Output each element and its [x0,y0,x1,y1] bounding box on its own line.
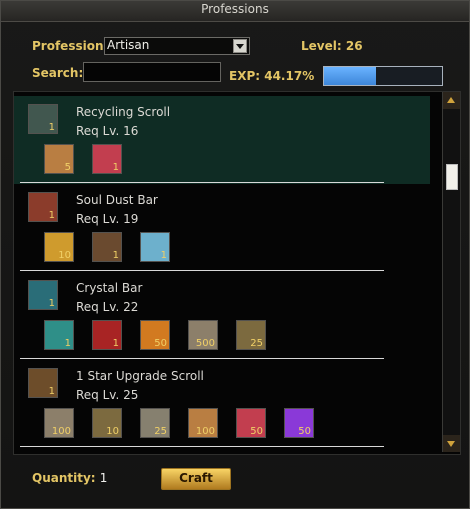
purple-crystal-icon[interactable]: 50 [140,320,170,350]
recipe-separator [20,446,384,447]
material-qty: 10 [58,250,71,261]
teal-gem-icon[interactable]: 1 [92,320,122,350]
search-input[interactable] [83,62,221,82]
exp-progress-bar [323,66,443,86]
purple-crystal-icon[interactable]: 10 [44,232,74,262]
upgrade-scroll-icon[interactable]: 1 [28,368,58,398]
title-bar[interactable]: Professions [1,1,469,22]
red-book-icon[interactable]: 1 [92,144,122,174]
material-qty: 1 [160,250,167,261]
recipe-name: Recycling Scroll [76,105,171,119]
search-label: Search: [32,66,84,80]
recipe-separator [20,270,384,271]
crystal-bar-icon[interactable]: 1 [28,280,58,310]
recipe-output-qty: 1 [48,298,55,309]
scrollbar[interactable] [442,92,460,452]
recipe-name: Crystal Bar [76,281,143,295]
recipe-separator [20,358,384,359]
scroll-down-button[interactable] [443,435,460,452]
gold-coin-icon[interactable]: 1 [92,232,122,262]
quantity-label: Quantity: 1 [32,471,108,485]
bronze-compass-icon[interactable]: 50 [236,408,266,438]
recipe-item[interactable]: 1 1 Star Upgrade Scroll Req Lv. 25 [14,360,430,448]
scroll-icon[interactable]: 1 [28,104,58,134]
recipe-list[interactable]: 1 Recycling Scroll Req Lv. 16 5 1 1 Soul Dust … [13,91,461,455]
professions-window: Professions Profession: Artisan Level: 2… [0,0,470,509]
recipe-separator [20,182,384,183]
stone-ring-icon[interactable]: 10 [92,408,122,438]
recipe-name: Soul Dust Bar [76,193,158,207]
parchment-icon[interactable]: 5 [44,144,74,174]
profession-select[interactable]: Artisan [104,37,250,55]
material-qty: 5 [64,162,71,173]
material-qty: 100 [51,426,71,437]
material-qty: 25 [154,426,167,437]
recipe-required-level: Req Lv. 16 [76,124,139,138]
eye-orb-icon[interactable]: 100 [188,408,218,438]
blue-crystal-icon[interactable]: 1 [44,320,74,350]
material-qty: 50 [154,338,167,349]
quantity-value: 1 [99,471,108,485]
exp-label: EXP: 44.17% [229,69,315,83]
recipe-required-level: Req Lv. 22 [76,300,139,314]
material-qty: 500 [195,338,215,349]
material-qty: 1 [112,250,119,261]
material-qty: 1 [64,338,71,349]
red-book-icon[interactable]: 25 [140,408,170,438]
material-qty: 50 [250,426,263,437]
profession-label: Profession: [32,39,109,53]
material-qty: 10 [106,426,119,437]
material-qty: 25 [250,338,263,349]
profession-value: Artisan [107,38,150,52]
material-qty: 1 [112,338,119,349]
level-label: Level: 26 [301,39,363,53]
level-value: 26 [345,39,363,53]
material-qty: 100 [195,426,215,437]
material-qty: 1 [112,162,119,173]
chevron-down-icon[interactable] [233,39,247,53]
recipe-output-qty: 1 [48,122,55,133]
red-shard-icon[interactable]: 500 [188,320,218,350]
window-title: Professions [201,2,269,16]
recipe-item[interactable]: 1 Crystal Bar Req Lv. 22 [14,272,430,360]
recipe-required-level: Req Lv. 25 [76,388,139,402]
exp-value: 44.17% [264,69,315,83]
recipe-item[interactable]: 1 Soul Dust Bar Req Lv. 19 [14,184,430,272]
scroll-up-button[interactable] [443,92,460,109]
recipe-output-qty: 1 [48,210,55,221]
scroll-thumb[interactable] [446,164,458,190]
recipe-item[interactable]: 1 Recycling Scroll Req Lv. 16 [14,96,430,184]
parchment-icon[interactable]: 100 [44,408,74,438]
recipe-required-level: Req Lv. 19 [76,212,139,226]
recipe-name: 1 Star Upgrade Scroll [76,369,204,383]
wood-log-icon[interactable]: 1 [140,232,170,262]
orange-orb-icon[interactable]: 25 [236,320,266,350]
soul-dust-bar-icon[interactable]: 1 [28,192,58,222]
recipe-output-qty: 1 [48,386,55,397]
bronze-wheel-icon[interactable]: 50 [284,408,314,438]
craft-button[interactable]: Craft [161,468,231,490]
exp-progress-fill [324,67,377,85]
material-qty: 50 [298,426,311,437]
